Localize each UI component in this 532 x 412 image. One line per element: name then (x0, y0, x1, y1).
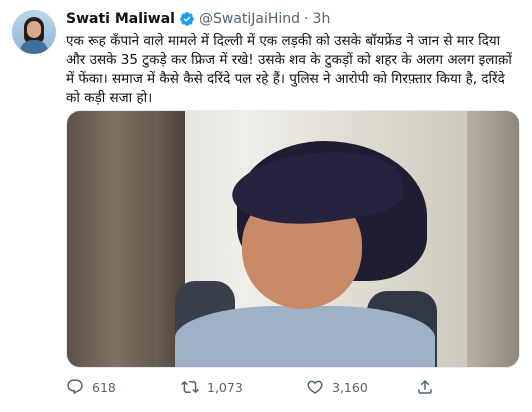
avatar-body (20, 40, 48, 54)
share-icon (418, 379, 432, 394)
reply-count: 618 (92, 379, 116, 395)
photo-background-tree (467, 111, 519, 367)
author-name[interactable]: Swati Maliwal (66, 11, 175, 27)
tweet-time[interactable]: 3h (313, 11, 331, 27)
reply-icon (67, 379, 83, 395)
like-count: 3,160 (332, 379, 368, 395)
heart-icon (307, 380, 323, 394)
photo-shirt (175, 306, 435, 367)
like-button[interactable]: 3,160 (306, 375, 368, 399)
retweet-button[interactable]: 1,073 (181, 375, 243, 399)
avatar[interactable] (12, 10, 56, 54)
avatar-face (27, 21, 41, 38)
tweet: Swati Maliwal @SwatiJaiHind · 3h एक रूह … (0, 0, 532, 412)
reply-button[interactable]: 618 (66, 375, 116, 399)
retweet-icon (181, 380, 199, 394)
tweet-actions: 618 1,073 3,160 (66, 375, 520, 399)
author-handle[interactable]: @SwatiJaiHind (199, 11, 300, 27)
retweet-count: 1,073 (207, 379, 243, 395)
share-button[interactable] (416, 375, 442, 399)
verified-badge-icon (180, 12, 194, 26)
tweet-photo[interactable] (66, 110, 520, 368)
tweet-text: एक रूह कँपाने वाले मामले में दिल्ली में … (66, 33, 512, 106)
separator-dot: · (304, 11, 309, 27)
tweet-header: Swati Maliwal @SwatiJaiHind · 3h (66, 9, 330, 29)
